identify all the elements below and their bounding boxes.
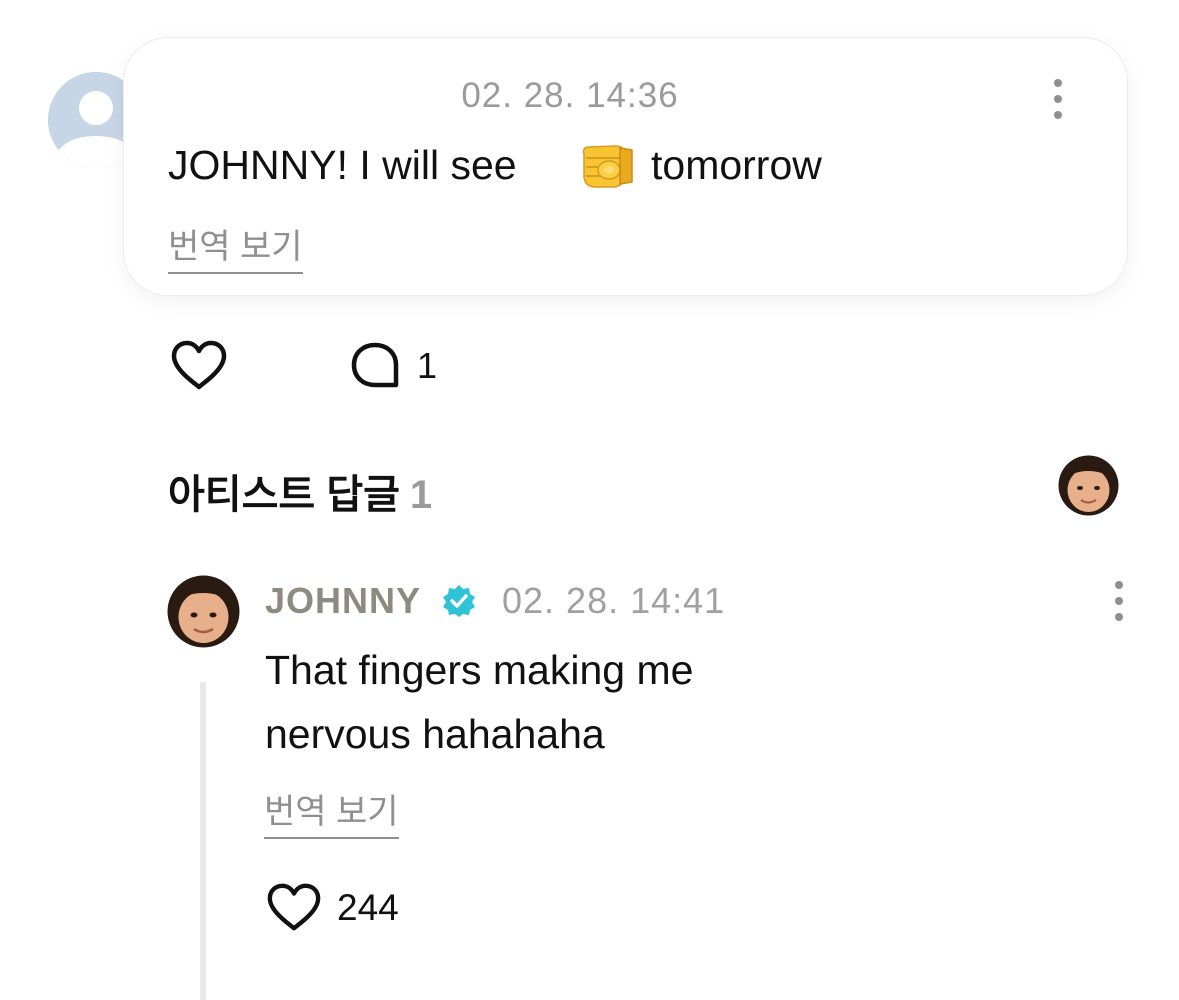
translate-link[interactable]: 번역 보기: [168, 219, 303, 274]
more-vertical-icon[interactable]: [1111, 581, 1127, 621]
comment-bubble-icon: [351, 342, 399, 388]
artist-avatar-small[interactable]: [1058, 455, 1119, 516]
reply-count: 1: [417, 345, 438, 386]
reply-button[interactable]: [348, 340, 402, 392]
reply-timestamp: 02. 28. 14:41: [502, 580, 726, 621]
heart-outline-icon: [171, 340, 227, 390]
more-vertical-icon[interactable]: [1050, 79, 1066, 119]
artist-avatar[interactable]: [167, 575, 240, 648]
artist-replies-title: 아티스트 답글: [168, 473, 400, 517]
verified-badge-icon: [442, 584, 476, 618]
like-button[interactable]: [170, 340, 228, 392]
artist-replies-count: 1: [409, 473, 433, 517]
thread-line: [200, 682, 206, 1000]
reply-text-line: That fingers making me: [265, 647, 694, 693]
reply-like-button[interactable]: [266, 882, 322, 934]
translate-link[interactable]: 번역 보기: [264, 784, 399, 839]
comment-text: JOHNNY! I will see: [168, 142, 517, 188]
comment-timestamp: 02. 28. 14:36: [461, 76, 679, 115]
like-count: 244: [337, 887, 399, 928]
artist-replies-header: 아티스트 답글 1: [168, 462, 432, 520]
reply-author-name[interactable]: JOHNNY: [265, 580, 421, 622]
backhand-index-pointing-at-viewer-emoji: [576, 140, 636, 192]
reply-text-line: nervous hahahaha: [265, 711, 605, 757]
comment-text-continued: tomorrow: [651, 142, 822, 188]
heart-outline-icon: [267, 883, 321, 931]
